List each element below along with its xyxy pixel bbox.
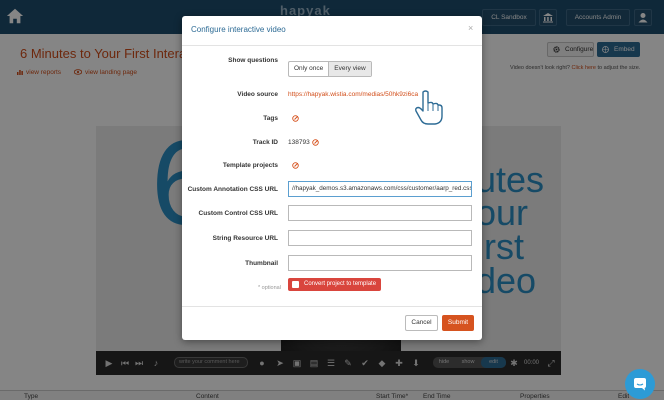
header-divider xyxy=(182,45,482,46)
option-every-view[interactable]: Every view xyxy=(328,62,371,76)
hand-pointer-cursor-icon xyxy=(415,90,443,125)
custom-control-css-input[interactable] xyxy=(288,205,472,221)
thumbnail-label: Thumbnail xyxy=(245,260,278,267)
custom-annotation-css-label: Custom Annotation CSS URL xyxy=(187,186,278,193)
show-questions-label: Show questions xyxy=(228,57,278,64)
edit-template-projects-icon[interactable] xyxy=(292,162,299,169)
video-source-label: Video source xyxy=(237,91,278,98)
convert-to-template-checkbox[interactable]: Convert project to template xyxy=(288,278,381,291)
custom-annotation-css-input[interactable]: //hapyak_demos.s3.amazonaws.com/css/cust… xyxy=(288,181,472,197)
cancel-button[interactable]: Cancel xyxy=(405,315,438,331)
optional-note: * optional xyxy=(258,285,281,291)
chat-bubble-icon xyxy=(634,378,646,391)
template-projects-label: Template projects xyxy=(222,162,278,169)
show-questions-toggle[interactable]: Only once Every view xyxy=(288,61,372,77)
edit-tags-icon[interactable] xyxy=(292,115,299,122)
custom-control-css-label: Custom Control CSS URL xyxy=(198,210,278,217)
footer-divider xyxy=(182,306,482,307)
video-source-link[interactable]: https://hapyak.wistia.com/medias/50hk9zi… xyxy=(288,91,418,98)
close-icon[interactable]: × xyxy=(468,23,473,33)
thumbnail-input[interactable] xyxy=(288,255,472,271)
string-resource-label: String Resource URL xyxy=(212,235,278,242)
tags-label: Tags xyxy=(263,115,278,122)
track-id-label: Track ID xyxy=(252,139,278,146)
submit-button[interactable]: Submit xyxy=(442,315,474,331)
support-chat-button[interactable] xyxy=(625,369,655,399)
dialog-title: Configure interactive video xyxy=(191,25,286,34)
option-only-once[interactable]: Only once xyxy=(289,62,328,76)
convert-to-template-label: Convert project to template xyxy=(304,281,377,287)
string-resource-input[interactable] xyxy=(288,230,472,246)
edit-track-id-icon[interactable] xyxy=(312,139,319,146)
checkbox-icon[interactable] xyxy=(292,281,299,288)
track-id-value: 138793 xyxy=(288,139,310,146)
configure-interactive-video-dialog: Configure interactive video × Show quest… xyxy=(182,16,482,340)
